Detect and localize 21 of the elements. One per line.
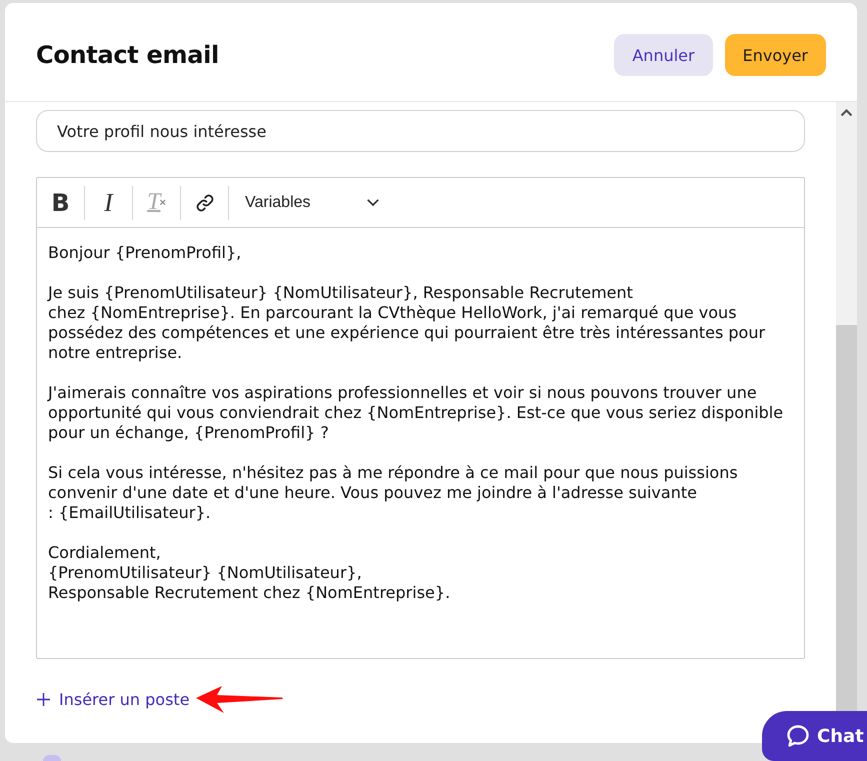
- chevron-down-icon: [367, 199, 379, 206]
- bold-button[interactable]: B: [37, 182, 84, 222]
- send-button[interactable]: Envoyer: [724, 34, 826, 76]
- email-paragraph: J'aimerais connaître vos aspirations professionnelles et voir si nous pouvons trouver une opportunité qui vous conviendrait chez {NomEntreprise}. Est-ce que vous seriez disponible pour un échange, {PrenomProfil} ?: [48, 383, 784, 443]
- scroll-up-icon[interactable]: [841, 109, 852, 116]
- chat-bubble-icon: [786, 724, 810, 748]
- email-paragraph: Si cela vous intéresse, n'hésitez pas à me répondre à ce mail pour que nous puissions convenir d'une date et d'une heure. Vous pouvez me joindre à l'adresse suivante : {EmailUtilisateur}.: [48, 463, 739, 523]
- chat-button[interactable]: Chat: [762, 711, 867, 761]
- email-paragraph: Cordialement, {PrenomUtilisateur} {NomUtilisateur}, Responsable Recrutement chez {NomEntreprise}.: [48, 543, 452, 603]
- email-paragraph: Bonjour {PrenomProfil},: [48, 243, 242, 263]
- scrollbar[interactable]: [836, 102, 857, 711]
- scrollbar-thumb[interactable]: [836, 325, 857, 711]
- cancel-button[interactable]: Annuler: [614, 34, 713, 76]
- variables-dropdown[interactable]: Variables: [229, 182, 389, 222]
- email-paragraph: Je suis {PrenomUtilisateur} {NomUtilisateur}, Responsable Recrutement chez {NomEntreprise}. En parcourant la CVthèque HelloWork, j'ai remarqué que vous possédez des compétences et une expérience qui pourraient être très intéressantes pour notre entreprise.: [48, 283, 766, 363]
- plus-icon: [37, 692, 50, 706]
- italic-button[interactable]: I: [85, 182, 132, 222]
- link-icon: [194, 192, 216, 214]
- insert-post-link[interactable]: Insérer un poste: [37, 690, 190, 708]
- subject-field[interactable]: Votre profil nous intéresse: [36, 110, 805, 152]
- dialog-title: Contact email: [36, 41, 219, 69]
